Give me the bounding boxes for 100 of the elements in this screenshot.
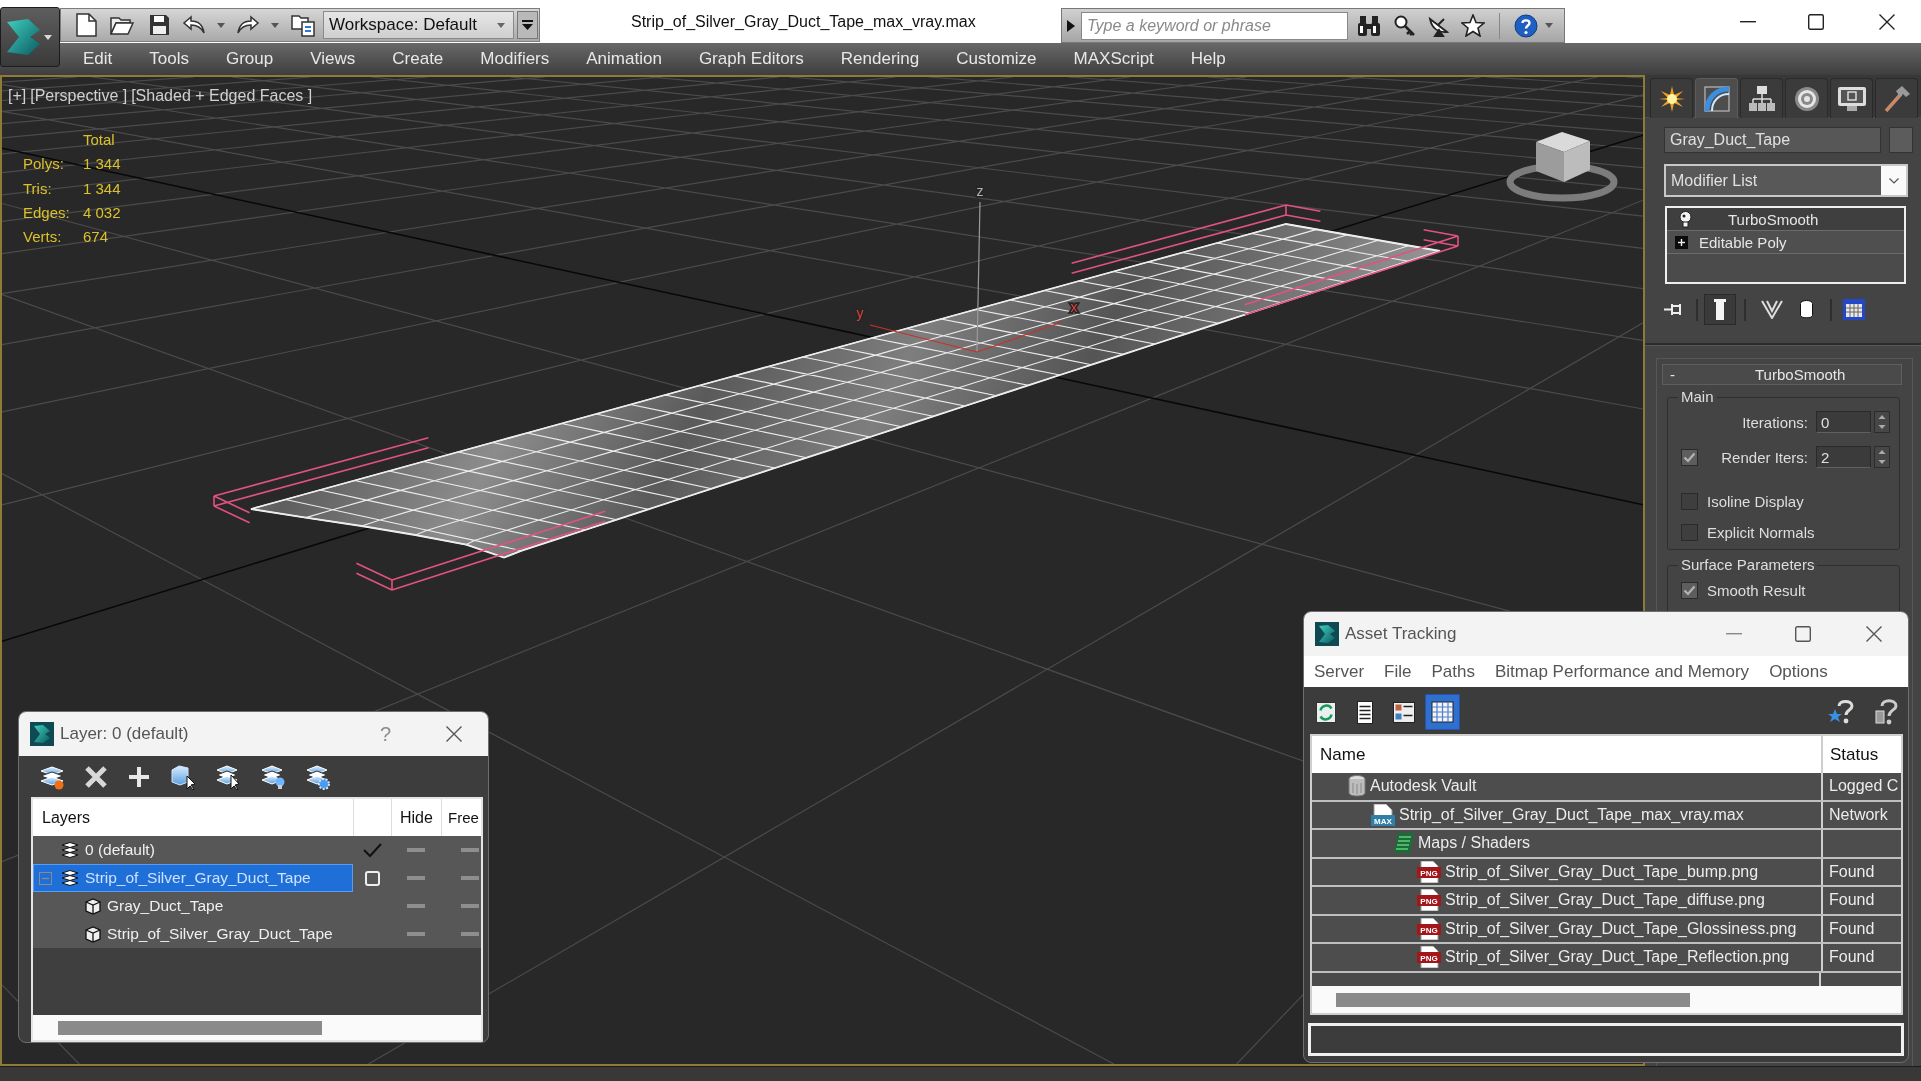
- checkbox[interactable]: [1681, 523, 1698, 541]
- menu-item[interactable]: MAXScript: [1073, 49, 1154, 69]
- save-icon[interactable]: [149, 14, 170, 36]
- horizontal-scrollbar[interactable]: [1312, 986, 1901, 1013]
- caret-icon[interactable]: [217, 22, 225, 28]
- refresh-icon[interactable]: [1315, 701, 1336, 723]
- column-header[interactable]: Layers: [42, 808, 91, 827]
- cube-cursor-icon[interactable]: [170, 763, 196, 790]
- tree-item[interactable]: Autodesk Vault: [1348, 775, 1477, 798]
- column-header[interactable]: Free: [448, 809, 479, 826]
- grid-window-icon[interactable]: [1843, 299, 1865, 320]
- expand-icon[interactable]: [1675, 235, 1688, 249]
- satellite-dish-icon[interactable]: [1427, 14, 1451, 37]
- rollout-header[interactable]: - TurboSmooth: [1662, 364, 1902, 385]
- menu-item[interactable]: Edit: [83, 49, 113, 69]
- maximize-icon[interactable]: [1808, 13, 1824, 30]
- caret-icon[interactable]: [271, 22, 279, 28]
- menu-item[interactable]: Tools: [149, 49, 189, 69]
- bar-icon[interactable]: [1704, 294, 1736, 325]
- spinner-arrows-icon[interactable]: [1874, 411, 1890, 433]
- tree-item[interactable]: Strip_of_Silver_Gray_Duct_Tape: [33, 920, 353, 948]
- viewport-label[interactable]: [+]: [8, 87, 27, 105]
- menu-item[interactable]: Graph Editors: [698, 49, 804, 69]
- menu-item[interactable]: Animation: [586, 49, 662, 69]
- undo-icon[interactable]: [182, 15, 206, 35]
- search-field[interactable]: Type a keyword or phrase: [1081, 11, 1348, 40]
- modifier-item[interactable]: Editable Poly: [1667, 231, 1904, 254]
- project-folder-icon[interactable]: [291, 13, 315, 37]
- object-name-field[interactable]: Gray_Duct_Tape: [1664, 127, 1881, 153]
- checkbox[interactable]: [1681, 492, 1698, 510]
- spinner-field[interactable]: 2: [1816, 446, 1871, 468]
- menu-item[interactable]: Create: [392, 49, 444, 69]
- scrollbar-thumb[interactable]: [1336, 992, 1690, 1007]
- spinner-field[interactable]: 0: [1816, 411, 1871, 433]
- grid-icon[interactable]: [1425, 694, 1460, 730]
- column-header[interactable]: Hide: [400, 808, 433, 827]
- menu-item[interactable]: Customize: [956, 49, 1037, 69]
- path-field[interactable]: [1308, 1023, 1904, 1056]
- expand-arrow-icon[interactable]: [1067, 19, 1075, 32]
- layers-bulb-icon[interactable]: [260, 763, 286, 790]
- pin-icon[interactable]: [1663, 303, 1681, 316]
- workspace-dropdown[interactable]: Workspace: Default: [323, 11, 514, 39]
- menu-item[interactable]: Views: [310, 49, 356, 69]
- panel-tab[interactable]: [1785, 78, 1828, 118]
- new-file-icon[interactable]: [75, 13, 97, 37]
- menu-item[interactable]: File: [1384, 661, 1412, 682]
- column-header[interactable]: Name: [1320, 744, 1366, 765]
- check-icon[interactable]: [362, 842, 382, 858]
- binoculars-icon[interactable]: [1357, 14, 1381, 37]
- add-icon[interactable]: [127, 764, 151, 789]
- scrollbar-thumb[interactable]: [58, 1020, 322, 1035]
- menu-item[interactable]: Group: [226, 49, 274, 69]
- list-icon[interactable]: [1356, 700, 1373, 724]
- light-bulb-icon[interactable]: [1679, 210, 1692, 228]
- panel-tab[interactable]: [1830, 78, 1873, 118]
- tree-item[interactable]: Gray_Duct_Tape: [33, 892, 353, 920]
- color-swatch[interactable]: [1889, 127, 1913, 153]
- close-icon[interactable]: [446, 726, 462, 742]
- minimize-icon[interactable]: [1740, 20, 1756, 23]
- layers-gear-icon[interactable]: [305, 763, 331, 790]
- collapse-toggle[interactable]: -: [1670, 366, 1675, 383]
- key-icon[interactable]: [1394, 14, 1416, 37]
- delete-icon[interactable]: [84, 764, 108, 789]
- open-folder-icon[interactable]: [110, 15, 134, 35]
- menu-item[interactable]: Server: [1314, 661, 1365, 682]
- modifier-item[interactable]: TurboSmooth: [1667, 208, 1904, 231]
- column-header[interactable]: Status: [1830, 744, 1879, 765]
- help-icon[interactable]: [1514, 13, 1538, 38]
- tree-item[interactable]: 0 (default): [33, 836, 353, 864]
- viewport-label[interactable]: [Perspective ]: [30, 87, 128, 105]
- checkbox[interactable]: [1681, 581, 1698, 599]
- viewport-label[interactable]: [Shaded + Edged Faces ]: [131, 87, 313, 105]
- modifier-list-dropdown[interactable]: Modifier List: [1664, 164, 1908, 197]
- close-icon[interactable]: [1866, 626, 1882, 642]
- maximize-icon[interactable]: [1795, 626, 1811, 642]
- menu-item[interactable]: Paths: [1431, 661, 1475, 682]
- thumbnail-list-icon[interactable]: [1392, 701, 1415, 723]
- tree-item[interactable]: Strip_of_Silver_Gray_Duct_Tape: [33, 864, 353, 892]
- caret-icon[interactable]: [1545, 23, 1553, 28]
- horizontal-scrollbar[interactable]: [33, 1015, 481, 1040]
- checkbox[interactable]: [1681, 448, 1698, 466]
- viewcube[interactable]: [1506, 132, 1618, 202]
- fork-icon[interactable]: [1761, 300, 1783, 319]
- layers-cursor-icon[interactable]: [215, 763, 241, 790]
- redo-icon[interactable]: [236, 15, 260, 35]
- panel-tab[interactable]: [1740, 78, 1783, 118]
- panel-tab[interactable]: [1650, 78, 1693, 118]
- menu-item[interactable]: Options: [1769, 661, 1828, 682]
- spinner-arrows-icon[interactable]: [1874, 446, 1890, 468]
- menu-item[interactable]: Rendering: [840, 49, 920, 69]
- tree-item[interactable]: Maps / Shaders: [1394, 833, 1531, 854]
- menu-item[interactable]: Help: [1190, 49, 1226, 69]
- can-icon[interactable]: [1799, 300, 1813, 319]
- star-icon[interactable]: [1461, 14, 1485, 37]
- layers-star-icon[interactable]: [39, 763, 65, 790]
- duct-tape-mesh[interactable]: [250, 223, 1441, 559]
- app-menu-button[interactable]: [0, 7, 60, 67]
- close-icon[interactable]: [1879, 13, 1895, 30]
- panel-tab[interactable]: [1695, 78, 1738, 118]
- panel-tab[interactable]: [1875, 78, 1918, 118]
